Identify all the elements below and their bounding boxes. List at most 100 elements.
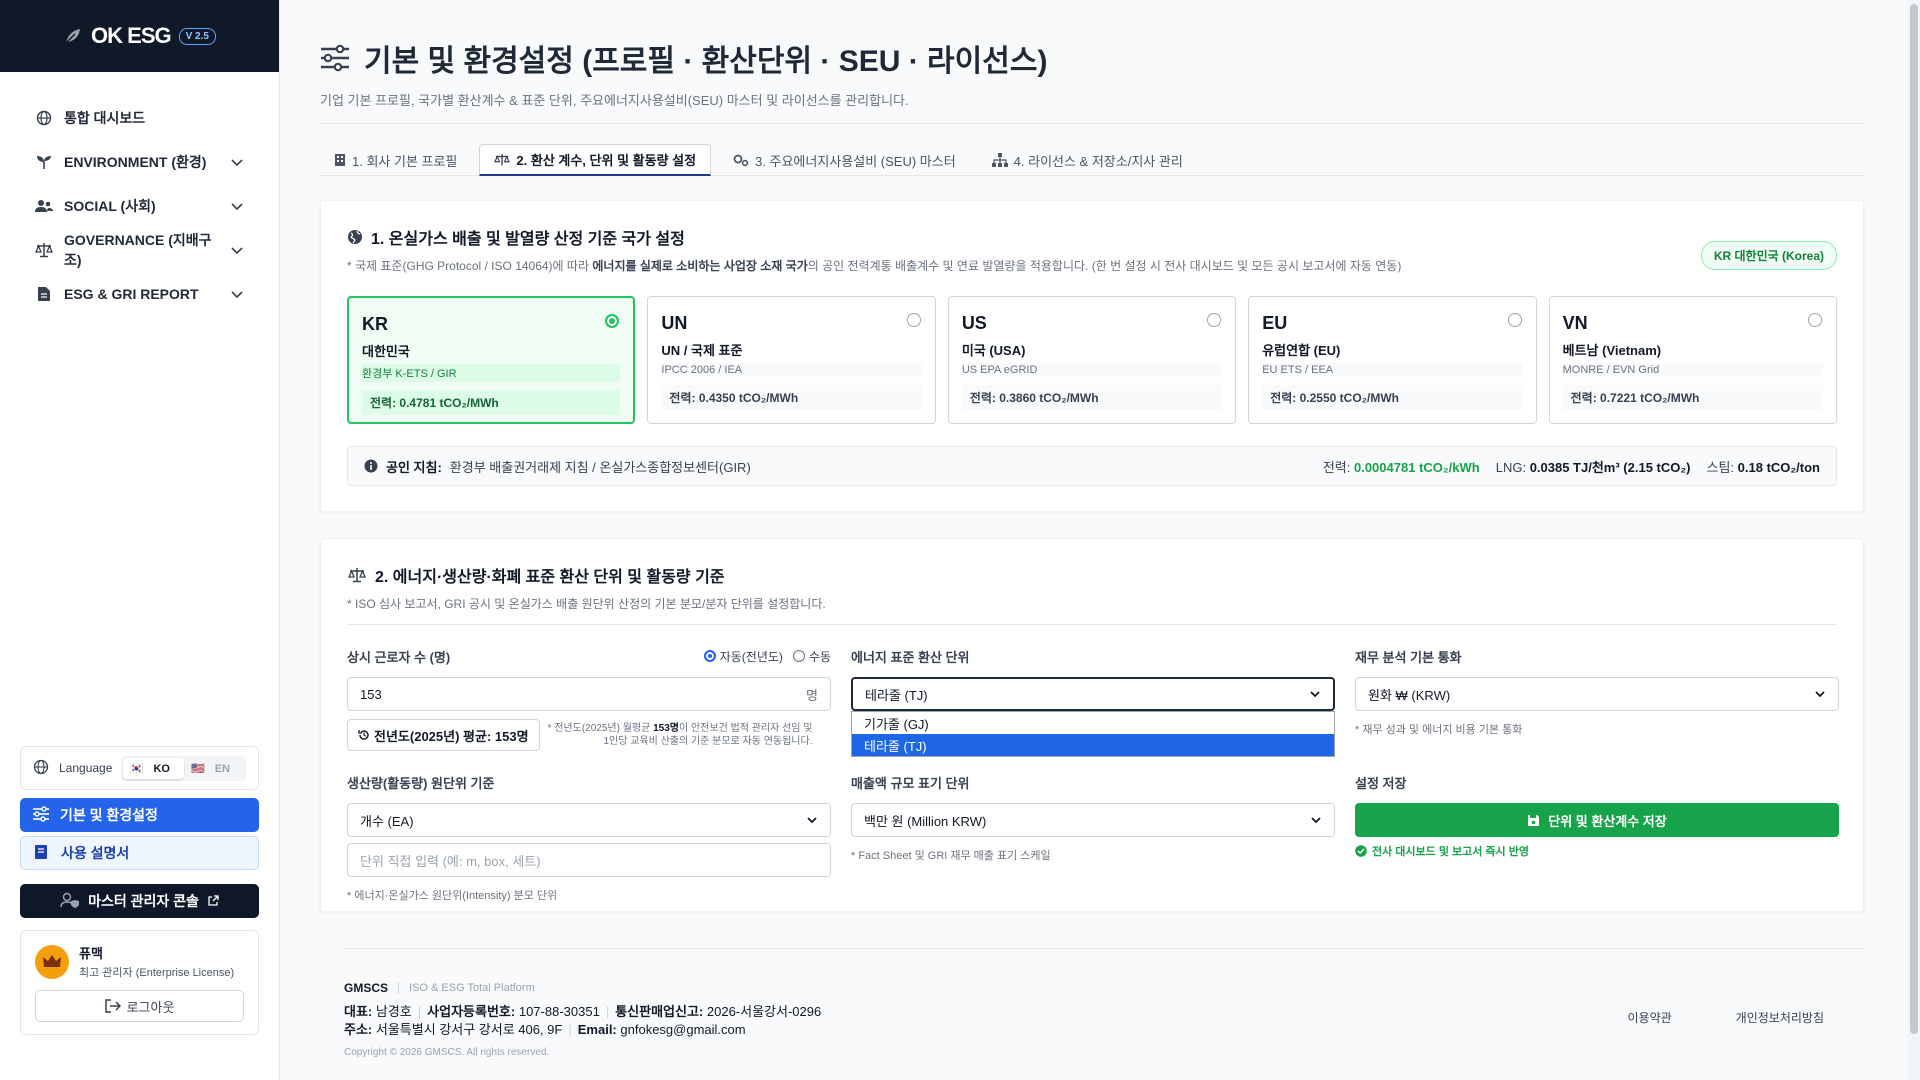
tab-conversion-units[interactable]: 2. 환산 계수, 단위 및 활동량 설정	[479, 144, 712, 176]
save-icon	[1528, 814, 1540, 826]
country-source: MONRE / EVN Grid	[1562, 363, 1824, 377]
save-units-label: 단위 및 환산계수 저장	[1548, 813, 1667, 829]
country-source: EU ETS / EEA	[1262, 363, 1523, 377]
footer-brand-name: GMSCS	[344, 981, 389, 995]
main-content: 기본 및 환경설정 (프로필 · 환산단위 · SEU · 라이선스) 기업 기…	[320, 0, 1864, 912]
country-radio[interactable]	[1507, 313, 1522, 327]
sidebar-item-governance[interactable]: GOVERNANCE (지배구조)	[20, 228, 259, 272]
lang-en-button[interactable]: 🇺🇸 EN	[184, 758, 244, 779]
currency-note: * 재무 성과 및 에너지 비용 기본 통화	[1355, 724, 1523, 736]
employees-mode-radios: 자동(전년도) 수동	[703, 648, 831, 665]
section-title: 1. 온실가스 배출 및 발열량 산정 기준 국가 설정	[347, 225, 1837, 249]
email-label: Email:	[577, 1022, 617, 1037]
mode-auto-radio[interactable]: 자동(전년도)	[703, 648, 783, 665]
chevron-down-icon[interactable]	[229, 154, 245, 170]
master-console-label: 마스터 관리자 콘솔	[88, 893, 199, 909]
country-card-kr[interactable]: KR 대한민국 환경부 K-ETS / GIR 전력: 0.4781 tCO₂/…	[347, 296, 636, 424]
privacy-link[interactable]: 개인정보처리방침	[1736, 1009, 1824, 1026]
sidebar-item-report[interactable]: ESG & GRI REPORT	[20, 272, 259, 316]
country-radio[interactable]	[906, 313, 921, 327]
country-card-us[interactable]: US 미국 (USA) US EPA eGRID 전력: 0.3860 tCO₂…	[947, 296, 1237, 424]
apply-average-label: 전년도(2025년) 평균: 153명	[374, 728, 529, 744]
save-units-button[interactable]: 단위 및 환산계수 저장	[1355, 803, 1839, 837]
footer-tagline: ISO & ESG Total Platform	[398, 982, 535, 994]
currency-select[interactable]: 원화 ₩ (KRW)	[1355, 677, 1839, 711]
tab-company-profile[interactable]: 1. 회사 기본 프로필	[320, 144, 471, 176]
energy-unit-select[interactable]: 테라줄 (TJ)	[851, 677, 1335, 711]
building-icon	[335, 154, 345, 166]
page-scrollbar[interactable]	[1908, 0, 1920, 1080]
section-title-text: 1. 온실가스 배출 및 발열량 산정 기준 국가 설정	[371, 231, 685, 248]
sidebar-item-social[interactable]: SOCIAL (사회)	[20, 184, 259, 228]
country-card-un[interactable]: UN UN / 국제 표준 IPCC 2006 / IEA 전력: 0.4350…	[647, 296, 936, 424]
settings-menu-button[interactable]: 기본 및 환경설정	[20, 798, 259, 832]
terms-link[interactable]: 이용약관	[1628, 1009, 1672, 1026]
production-note: * 에너지·온실가스 원단위(Intensity) 분모 단위	[347, 890, 558, 902]
country-card-vn[interactable]: VN 베트남 (Vietnam) MONRE / EVN Grid 전력: 0.…	[1548, 296, 1838, 424]
country-source: US EPA eGRID	[961, 363, 1223, 377]
save-sync-text: 전사 대시보드 및 보고서 즉시 반영	[1372, 846, 1529, 858]
scale-icon	[348, 568, 366, 583]
apply-average-button[interactable]: 전년도(2025년) 평균: 153명	[347, 719, 540, 751]
ceo-value: 남경호	[375, 1004, 412, 1019]
unit-fields-grid: 상시 근로자 수 (명) 자동(전년도) 수동 153 명 전년도(2025년)…	[347, 647, 1839, 903]
energy-unit-label: 에너지 표준 환산 단위	[851, 649, 970, 665]
scrollbar-thumb[interactable]	[1910, 4, 1918, 1034]
sidebar-item-environment[interactable]: ENVIRONMENT (환경)	[20, 140, 259, 184]
currency-field-group: 재무 분석 기본 통화 원화 ₩ (KRW) * 재무 성과 및 에너지 비용 …	[1355, 647, 1839, 751]
country-code: US	[961, 313, 987, 333]
chevron-down-icon	[1815, 691, 1825, 698]
custom-unit-placeholder: 단위 직접 입력 (예: m, box, 세트)	[360, 853, 541, 869]
biz-value: 107-88-30351	[518, 1004, 600, 1019]
lng-label: LNG:	[1495, 459, 1527, 475]
user-profile: 퓨맥 최고 관리자 (Enterprise License) 로그아웃	[20, 930, 259, 1035]
manual-button[interactable]: 사용 설명서	[20, 836, 259, 870]
selected-country-badge: KR 대한민국 (Korea)	[1700, 241, 1837, 270]
book-icon	[33, 844, 51, 862]
manual-label: 사용 설명서	[61, 845, 130, 861]
sidebar: OK ESG V 2.5 통합 대시보드 ENVIRONMENT (환경) SO…	[0, 0, 280, 1080]
country-power-factor: 전력: 0.3860 tCO₂/MWh	[961, 385, 1223, 410]
master-console-button[interactable]: 마스터 관리자 콘솔	[20, 884, 259, 918]
tab-seu-master[interactable]: 3. 주요에너지사용설비 (SEU) 마스터	[719, 144, 970, 176]
sidebar-item-dashboard[interactable]: 통합 대시보드	[20, 96, 259, 140]
logout-button[interactable]: 로그아웃	[35, 990, 244, 1022]
sidebar-item-label: 통합 대시보드	[64, 110, 146, 126]
sales-unit-select[interactable]: 백만 원 (Million KRW)	[851, 803, 1335, 837]
production-unit-select[interactable]: 개수 (EA)	[347, 803, 831, 837]
mode-manual-radio[interactable]: 수동	[792, 648, 831, 665]
brand-header[interactable]: OK ESG V 2.5	[0, 0, 279, 72]
leaf-logo-icon	[65, 29, 81, 44]
guide-text: 환경부 배출권거래제 지침 / 온실가스종합정보센터(GIR)	[449, 459, 751, 475]
country-radio[interactable]	[1808, 313, 1823, 327]
dropdown-option-gj[interactable]: 기가줄 (GJ)	[852, 712, 1334, 734]
dropdown-option-tj[interactable]: 테라줄 (TJ)	[852, 734, 1334, 756]
section-title-text: 2. 에너지·생산량·화폐 표준 환산 단위 및 활동량 기준	[375, 569, 725, 586]
chevron-down-icon	[1310, 691, 1320, 698]
page-subtitle: 기업 기본 프로필, 국가별 환산계수 & 표준 단위, 주요에너지사용설비(S…	[320, 93, 909, 108]
power-value: 0.0004781 tCO₂/kWh	[1353, 459, 1480, 475]
copyright: Copyright © 2026 GMSCS. All rights reser…	[344, 1047, 550, 1058]
sales-label: 매출액 규모 표기 단위	[851, 775, 970, 791]
country-source: 환경부 K-ETS / GIR	[362, 364, 621, 382]
country-card-eu[interactable]: EU 유럽연합 (EU) EU ETS / EEA 전력: 0.2550 tCO…	[1248, 296, 1537, 424]
chevron-down-icon[interactable]	[229, 286, 245, 302]
tab-label: 4. 라이선스 & 저장소/지사 관리	[1013, 153, 1183, 169]
language-toggle: 🇰🇷 KO 🇺🇸 EN	[120, 755, 246, 781]
external-link-icon	[208, 895, 219, 906]
employees-input[interactable]: 153 명	[347, 677, 831, 711]
lng-value: 0.0385 TJ/천m³ (2.15 tCO₂)	[1529, 459, 1691, 475]
logout-icon	[104, 999, 121, 1013]
tab-license-storage[interactable]: 4. 라이선스 & 저장소/지사 관리	[978, 144, 1197, 176]
country-power-factor: 전력: 0.2550 tCO₂/MWh	[1262, 385, 1523, 410]
settings-menu-label: 기본 및 환경설정	[60, 807, 158, 823]
custom-unit-input[interactable]: 단위 직접 입력 (예: m, box, 세트)	[347, 843, 831, 877]
chevron-down-icon[interactable]	[229, 198, 245, 214]
steam-label: 스팀:	[1706, 459, 1735, 475]
country-settings-card: 1. 온실가스 배출 및 발열량 산정 기준 국가 설정 * 국제 표준(GHG…	[320, 200, 1864, 512]
lang-ko-button[interactable]: 🇰🇷 KO	[122, 757, 184, 779]
section-title: 2. 에너지·생산량·화폐 표준 환산 단위 및 활동량 기준	[347, 563, 1837, 587]
email-value: gnfokesg@gmail.com	[620, 1022, 746, 1037]
mode-auto-label: 자동(전년도)	[719, 649, 783, 664]
chevron-down-icon[interactable]	[229, 242, 245, 258]
